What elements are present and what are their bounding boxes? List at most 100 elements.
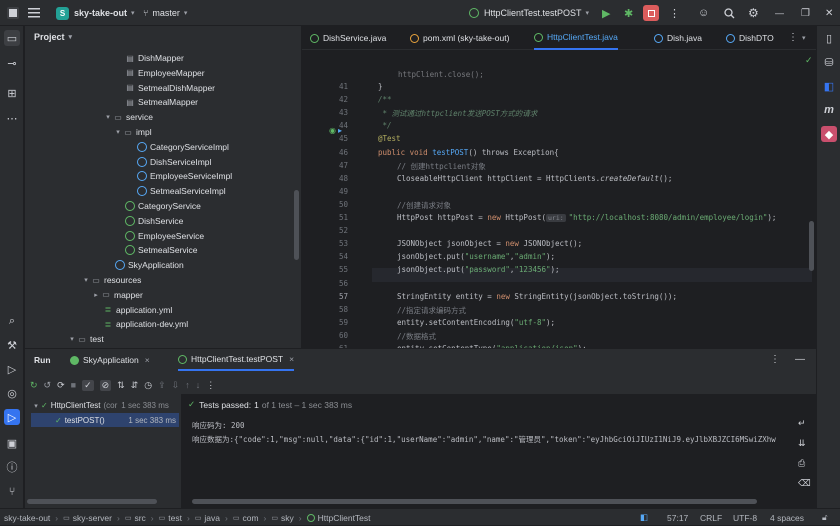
indent-setting[interactable]: 4 spaces <box>770 509 804 526</box>
tree-item[interactable]: ▾ ▭ test <box>67 332 103 346</box>
show-passed-icon[interactable]: ✓ <box>82 379 94 391</box>
tree-item[interactable]: ▾ ▭ resources <box>81 273 141 287</box>
chevron-down-icon[interactable]: ▾ <box>802 34 806 42</box>
main-menu-icon[interactable] <box>28 0 40 26</box>
notifications-icon[interactable]: ▯ <box>821 30 837 46</box>
more-actions-icon[interactable]: ⋮ <box>669 0 680 26</box>
project-tool-icon[interactable]: ▭ <box>4 30 20 46</box>
breadcrumb-item[interactable]: test <box>168 513 182 523</box>
problems-tool-icon[interactable]: ⓘ <box>4 459 20 475</box>
editor-tab[interactable]: Dish.java <box>654 26 702 50</box>
settings-gear-icon[interactable]: ⚙ <box>748 0 759 26</box>
debug-icon[interactable]: ✱ <box>624 0 633 26</box>
sort-duration-icon[interactable]: ⇵ <box>131 380 139 391</box>
services-tool-icon[interactable]: ▷ <box>4 409 20 425</box>
restore-window-icon[interactable]: ❐ <box>801 0 810 26</box>
editor-tab[interactable]: pom.xml (sky-take-out) <box>410 26 509 50</box>
tab-sky-application[interactable]: SkyApplication × <box>70 349 150 371</box>
more-tools-icon[interactable]: ⋯ <box>4 110 20 126</box>
code-line[interactable]: //数据格式 <box>397 331 436 342</box>
chevron-down-icon[interactable]: ▾ <box>81 276 91 284</box>
terminal-tool-icon[interactable]: ▣ <box>4 435 20 451</box>
code-line[interactable]: //指定请求编码方式 <box>397 305 466 316</box>
ai-assistant-icon[interactable]: ◆ <box>821 126 837 142</box>
sort-icon[interactable]: ⇅ <box>117 380 125 391</box>
app-logo-icon[interactable] <box>6 0 20 26</box>
add-user-icon[interactable]: ☺ <box>698 0 709 26</box>
wrap-toggle-icon[interactable]: ↵ <box>798 418 806 429</box>
clear-icon[interactable]: ⌫ <box>798 478 811 489</box>
editor-tab[interactable]: HttpClientTest.java <box>534 26 618 50</box>
find-tool-icon[interactable]: ⌕ <box>4 313 20 329</box>
more-options-icon[interactable]: ⋮ <box>206 380 215 391</box>
tree-item[interactable]: EmployeeServiceImpl <box>137 169 232 183</box>
test-tree-scrollbar[interactable] <box>27 499 157 504</box>
minimize-icon[interactable]: — <box>775 0 784 26</box>
toggle-autotest-icon[interactable]: ⟳ <box>57 380 65 391</box>
code-line[interactable]: HttpPost httpPost = new HttpPost(uri: "ht… <box>397 213 776 222</box>
tree-item[interactable]: ▤ DishMapper <box>125 51 184 65</box>
tree-item[interactable]: SetmealService <box>125 243 198 257</box>
project-switcher[interactable]: S sky-take-out ▾ <box>56 0 135 26</box>
breadcrumb-item[interactable]: sky-server <box>73 513 112 523</box>
line-separator[interactable]: CRLF <box>700 509 722 526</box>
breadcrumb-item[interactable]: HttpClientTest <box>318 513 371 523</box>
run-test-gutter-icon[interactable]: ◉ <box>329 126 336 135</box>
tree-item[interactable]: ▾ ▭ service <box>103 110 153 124</box>
chevron-down-icon[interactable]: ▾ <box>103 113 113 121</box>
tree-item[interactable]: CategoryService <box>125 199 201 213</box>
ai-status-icon[interactable]: ◧ <box>640 509 648 526</box>
tab-http-client-test[interactable]: HttpClientTest.testPOST × <box>178 349 295 371</box>
stop-button[interactable] <box>643 0 659 26</box>
chevron-down-icon[interactable]: ▾ <box>67 335 77 343</box>
tree-item[interactable]: DishServiceImpl <box>137 155 211 169</box>
tree-item[interactable]: SkyApplication <box>115 258 184 272</box>
implementation-gutter-icon[interactable]: ▸ <box>338 126 342 135</box>
database-icon[interactable]: ⛁ <box>821 54 837 70</box>
more-tabs-icon[interactable]: ⋮ <box>788 32 798 43</box>
tree-item[interactable]: ▤ EmployeeMapper <box>125 66 204 80</box>
prev-test-icon[interactable]: ↑ <box>185 380 190 390</box>
code-line[interactable]: */ <box>378 121 392 130</box>
structure-tool-icon[interactable]: ⊞ <box>4 85 20 101</box>
next-test-icon[interactable]: ↓ <box>196 380 201 390</box>
print-icon[interactable]: ⎙ <box>798 458 805 469</box>
breadcrumb-item[interactable]: com <box>242 513 258 523</box>
code-line[interactable]: jsonObject.put("username","admin"); <box>397 252 555 261</box>
test-method-row[interactable]: ✓ testPOST() 1 sec 383 ms <box>31 413 179 427</box>
lock-icon[interactable]: 🔓︎ <box>822 509 828 526</box>
run-panel-title[interactable]: Run <box>34 349 51 371</box>
tree-item[interactable]: ▤ SetmealMapper <box>125 95 198 109</box>
sciview-icon[interactable]: ◧ <box>821 78 837 94</box>
breadcrumb-item[interactable]: sky-take-out <box>4 513 50 523</box>
build-tool-icon[interactable]: ⚒ <box>4 337 20 353</box>
tree-item[interactable]: SetmealServiceImpl <box>137 184 226 198</box>
tree-item[interactable]: ▾ ▭ impl <box>113 125 151 139</box>
inspection-ok-icon[interactable]: ✓ <box>805 55 813 66</box>
code-line[interactable]: jsonObject.put("password","123456"); <box>397 265 560 274</box>
maven-icon[interactable]: m <box>821 102 837 118</box>
code-line[interactable]: CloseableHttpClient httpClient = HttpCli… <box>397 174 672 183</box>
rerun-icon[interactable]: ↻ <box>30 380 38 391</box>
chevron-right-icon[interactable]: ▸ <box>91 291 101 299</box>
breadcrumb-item[interactable]: src <box>134 513 145 523</box>
hide-panel-icon[interactable]: — <box>795 354 805 365</box>
editor-tab[interactable]: DishDTO <box>726 26 774 50</box>
code-line[interactable]: // 创建httpclient对象 <box>397 161 486 172</box>
tree-item[interactable]: ≣ application.yml <box>103 303 173 317</box>
debug-tool-icon[interactable]: ◎ <box>4 385 20 401</box>
caret-position[interactable]: 57:17 <box>667 509 688 526</box>
tree-item[interactable]: EmployeeService <box>125 229 204 243</box>
code-line[interactable]: * 测试通过httpclient发送POST方式的请求 <box>378 108 538 119</box>
tree-item[interactable]: ≣ application-dev.yml <box>103 317 189 331</box>
console-scrollbar[interactable] <box>192 499 757 504</box>
file-encoding[interactable]: UTF-8 <box>733 509 757 526</box>
code-line[interactable]: @Test <box>378 134 401 143</box>
code-line[interactable]: /** <box>378 95 392 104</box>
commit-tool-icon[interactable]: ⊸ <box>4 55 20 71</box>
code-line[interactable]: httpClient.close(); <box>398 70 484 79</box>
project-scrollbar[interactable] <box>294 190 299 260</box>
tree-item[interactable]: DishService <box>125 214 183 228</box>
show-ignored-icon[interactable]: ⊘ <box>99 379 112 391</box>
branch-selector[interactable]: ⑂ master ▾ <box>143 0 187 26</box>
